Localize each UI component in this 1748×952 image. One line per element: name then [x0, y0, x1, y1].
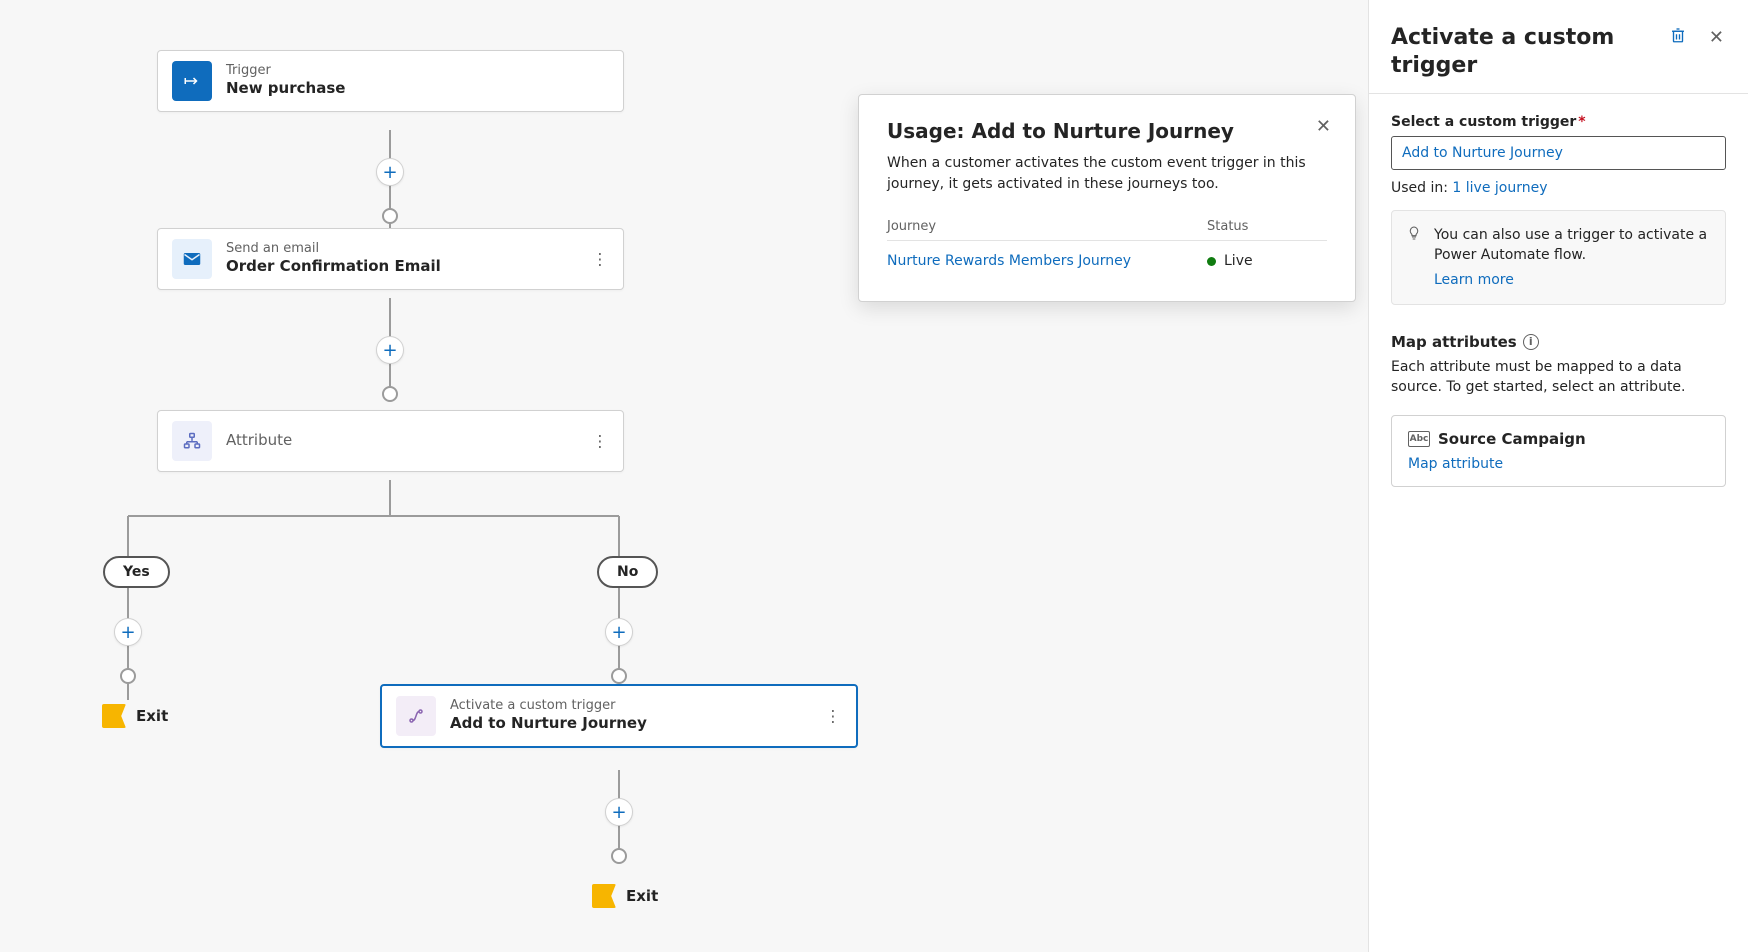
close-button[interactable]: ✕	[1310, 115, 1337, 138]
connector-node	[382, 386, 398, 402]
col-journey-header: Journey	[887, 219, 1207, 234]
node-sub: Send an email	[226, 241, 441, 257]
info-icon[interactable]: i	[1523, 334, 1539, 350]
node-title: Add to Nurture Journey	[450, 714, 647, 734]
usage-journey-row: Nurture Rewards Members Journey Live	[887, 240, 1327, 281]
node-more-menu[interactable]: ⋮	[825, 707, 842, 726]
node-title: Attribute	[226, 431, 292, 451]
used-in-link[interactable]: 1 live journey	[1452, 180, 1547, 196]
add-step-button[interactable]: +	[376, 336, 404, 364]
node-more-menu[interactable]: ⋮	[592, 432, 609, 451]
properties-panel: Activate a custom trigger ✕ Select a cus…	[1368, 0, 1748, 952]
flag-icon	[102, 704, 126, 728]
add-step-button[interactable]: +	[605, 798, 633, 826]
connector-node	[120, 668, 136, 684]
exit-label: Exit	[626, 887, 658, 905]
node-sub: Activate a custom trigger	[450, 698, 647, 714]
add-step-button[interactable]: +	[114, 618, 142, 646]
tip-text: You can also use a trigger to activate a…	[1434, 227, 1707, 263]
branch-yes[interactable]: Yes	[103, 556, 170, 588]
branch-icon	[172, 421, 212, 461]
exit-label: Exit	[136, 707, 168, 725]
email-icon	[172, 239, 212, 279]
node-attribute[interactable]: Attribute ⋮	[157, 410, 624, 472]
delete-button[interactable]	[1667, 24, 1689, 51]
add-step-button[interactable]: +	[376, 158, 404, 186]
branch-no[interactable]: No	[597, 556, 658, 588]
map-attributes-desc: Each attribute must be mapped to a data …	[1391, 357, 1726, 398]
trigger-icon	[172, 61, 212, 101]
text-type-icon: Abc	[1408, 431, 1430, 447]
map-attribute-link[interactable]: Map attribute	[1408, 456, 1503, 472]
node-sub: Trigger	[226, 63, 345, 79]
close-panel-button[interactable]: ✕	[1707, 24, 1726, 51]
exit-marker: Exit	[102, 704, 168, 728]
usage-journey-link[interactable]: Nurture Rewards Members Journey	[887, 253, 1207, 269]
node-title: Order Confirmation Email	[226, 257, 441, 277]
flag-icon	[592, 884, 616, 908]
select-trigger-label: Select a custom trigger*	[1391, 114, 1726, 130]
usage-description: When a customer activates the custom eve…	[887, 153, 1327, 195]
attribute-card[interactable]: Abc Source Campaign Map attribute	[1391, 415, 1726, 487]
connector-node	[382, 208, 398, 224]
status-live-icon	[1207, 257, 1216, 266]
attribute-name: Source Campaign	[1438, 430, 1586, 448]
learn-more-link[interactable]: Learn more	[1434, 270, 1514, 290]
tip-callout: You can also use a trigger to activate a…	[1391, 210, 1726, 305]
panel-title: Activate a custom trigger	[1391, 24, 1621, 79]
lightbulb-icon	[1406, 225, 1422, 247]
usage-popup: Usage: Add to Nurture Journey ✕ When a c…	[858, 94, 1356, 302]
usage-title: Usage: Add to Nurture Journey	[887, 119, 1327, 143]
used-in-text: Used in: 1 live journey	[1391, 180, 1726, 196]
add-step-button[interactable]: +	[605, 618, 633, 646]
exit-marker: Exit	[592, 884, 658, 908]
node-title: New purchase	[226, 79, 345, 99]
usage-status: Live	[1224, 253, 1253, 269]
node-send-email[interactable]: Send an email Order Confirmation Email ⋮	[157, 228, 624, 290]
node-more-menu[interactable]: ⋮	[592, 250, 609, 269]
map-attributes-header: Map attributes i	[1391, 333, 1726, 351]
node-activate-trigger[interactable]: Activate a custom trigger Add to Nurture…	[380, 684, 858, 748]
connector-node	[611, 668, 627, 684]
connector-node	[611, 848, 627, 864]
custom-trigger-select[interactable]: Add to Nurture Journey	[1391, 136, 1726, 170]
col-status-header: Status	[1207, 219, 1327, 234]
node-trigger[interactable]: Trigger New purchase	[157, 50, 624, 112]
activate-trigger-icon	[396, 696, 436, 736]
